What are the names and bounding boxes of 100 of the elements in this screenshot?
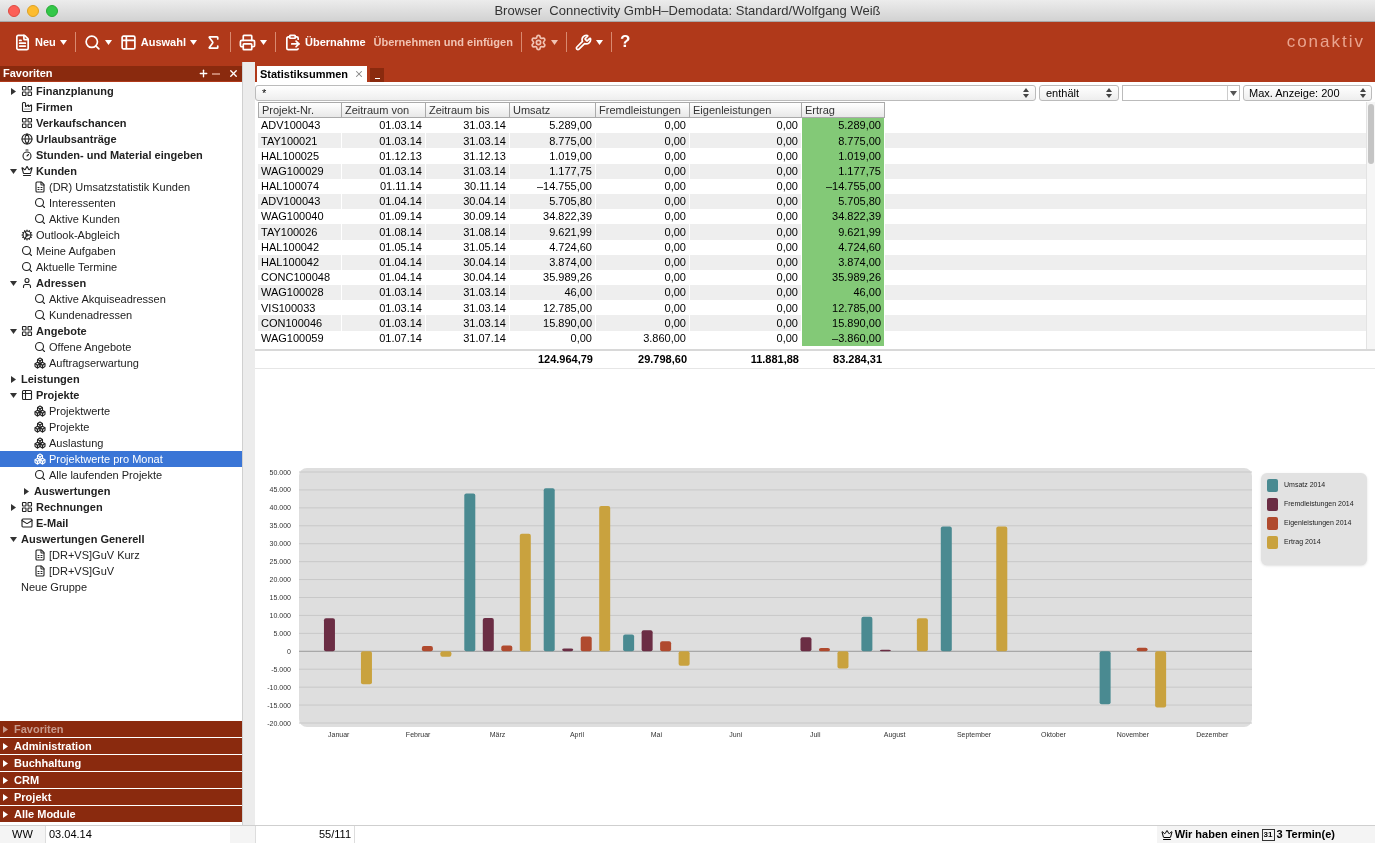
table-cell: HAL100042	[258, 254, 342, 270]
table-cell: 12.785,00	[802, 300, 885, 316]
tree-item[interactable]: (DR) Umsatzstatistik Kunden	[0, 179, 242, 195]
module-button[interactable]: CRM	[0, 772, 242, 788]
tree-item[interactable]: Aktive Akquiseadressen	[0, 291, 242, 307]
column-header[interactable]: Projekt-Nr.	[258, 102, 342, 118]
tree-item[interactable]: Kunden	[0, 163, 242, 179]
column-header[interactable]: Zeitraum von	[342, 102, 426, 118]
printer-icon	[239, 33, 256, 51]
toolbar-button[interactable]: ?	[615, 28, 635, 56]
date-field: 03.04.14	[45, 826, 230, 843]
search-icon	[21, 245, 33, 257]
table-cell: –14.755,00	[510, 178, 596, 194]
table-cell: 01.05.14	[342, 239, 426, 255]
tree-item[interactable]: Projekte	[0, 387, 242, 403]
appointments-link[interactable]: 3 Termin(e)	[1276, 826, 1335, 843]
tree-item[interactable]: Projektwerte	[0, 403, 242, 419]
tree-item[interactable]: Aktive Kunden	[0, 211, 242, 227]
table-cell: 15.890,00	[802, 315, 885, 331]
operator-select[interactable]: enthält	[1039, 85, 1119, 101]
tree-item[interactable]: Auftragserwartung	[0, 355, 242, 371]
tree-item[interactable]: Kundenadressen	[0, 307, 242, 323]
tree-item[interactable]: Projekte	[0, 419, 242, 435]
table-cell: 5.289,00	[802, 118, 885, 134]
tree-item[interactable]: Adressen	[0, 275, 242, 291]
tree-item[interactable]: Offene Angebote	[0, 339, 242, 355]
expanded-triangle-icon[interactable]	[10, 327, 17, 335]
collapsed-triangle-icon[interactable]	[10, 375, 17, 383]
vertical-scrollbar[interactable]	[1366, 102, 1375, 349]
tree-item[interactable]: Neue Gruppe	[0, 579, 242, 595]
tree-item[interactable]: Auslastung	[0, 435, 242, 451]
remove-icon[interactable]	[212, 72, 220, 75]
table-cell: 15.890,00	[510, 315, 596, 331]
toolbar-button[interactable]: Auswahl	[115, 28, 201, 56]
calendar-icon[interactable]: 31	[1261, 828, 1275, 841]
expanded-triangle-icon[interactable]	[10, 167, 17, 175]
toolbar-button[interactable]: Übernahme	[280, 28, 370, 56]
caret-icon	[595, 39, 603, 45]
column-header[interactable]: Zeitraum bis	[426, 102, 510, 118]
table-cell: 4.724,60	[510, 239, 596, 255]
close-icon[interactable]	[228, 68, 239, 79]
tree-item[interactable]: Leistungen	[0, 371, 242, 387]
tree-item[interactable]: Stunden- und Material eingeben	[0, 147, 242, 163]
column-header[interactable]: Eigenleistungen	[690, 102, 802, 118]
max-display-select[interactable]: Max. Anzeige: 200	[1243, 85, 1372, 101]
tree-item[interactable]: [DR+VS]GuV	[0, 563, 242, 579]
expanded-triangle-icon[interactable]	[10, 279, 17, 287]
add-icon[interactable]	[198, 68, 209, 79]
table-cell: 0,00	[596, 148, 690, 164]
table-cell: 01.11.14	[342, 178, 426, 194]
search-icon	[34, 293, 46, 305]
column-header[interactable]: Ertrag	[802, 102, 885, 118]
module-button[interactable]: Projekt	[0, 789, 242, 805]
minimize-tab-icon[interactable]	[370, 68, 385, 82]
tree-item[interactable]: Angebote	[0, 323, 242, 339]
table-cell: HAL100074	[258, 178, 342, 194]
column-header[interactable]: Umsatz	[510, 102, 596, 118]
tree-item[interactable]: Alle laufenden Projekte	[0, 467, 242, 483]
collapsed-triangle-icon[interactable]	[10, 87, 17, 95]
grid-icon	[21, 117, 33, 129]
tree-item[interactable]: Urlaubsanträge	[0, 131, 242, 147]
tree-item[interactable]: Auswertungen Generell	[0, 531, 242, 547]
settings-icon	[529, 33, 547, 51]
tree-item[interactable]: Interessenten	[0, 195, 242, 211]
tree-item[interactable]: Auswertungen	[0, 483, 242, 499]
person-icon	[21, 277, 33, 289]
tab[interactable]: Statistiksummen	[257, 66, 368, 82]
table-cell: 31.08.14	[426, 224, 510, 240]
tree-item[interactable]: Rechnungen	[0, 499, 242, 515]
collapsed-triangle-icon	[3, 793, 8, 801]
column-header[interactable]: Fremdleistungen	[596, 102, 690, 118]
value-combo-field[interactable]	[1122, 85, 1240, 101]
tree-item[interactable]: [DR+VS]GuV Kurz	[0, 547, 242, 563]
search-icon	[34, 309, 46, 321]
tree-item[interactable]: Finanzplanung	[0, 83, 242, 99]
table-cell: 9.621,99	[510, 224, 596, 240]
close-window-icon[interactable]	[8, 4, 20, 17]
crown-icon	[1160, 828, 1173, 841]
module-button[interactable]: Administration	[0, 738, 242, 754]
stopwatch-icon	[21, 149, 33, 161]
module-button[interactable]: Favoriten	[0, 721, 242, 737]
tree-item[interactable]: Verkaufschancen	[0, 115, 242, 131]
report-icon	[34, 565, 46, 577]
tree-item[interactable]: Outlook-Abgleich	[0, 227, 242, 243]
tree-item[interactable]: Firmen	[0, 99, 242, 115]
module-button[interactable]: Alle Module	[0, 806, 242, 822]
expanded-triangle-icon[interactable]	[10, 535, 17, 543]
close-tab-icon[interactable]	[354, 69, 365, 79]
filter-combo-field[interactable]: *	[255, 85, 1036, 101]
tree-item[interactable]: Projektwerte pro Monat	[0, 451, 242, 467]
table-cell: 01.08.14	[342, 224, 426, 240]
tree-item[interactable]: Meine Aufgaben	[0, 243, 242, 259]
expanded-triangle-icon[interactable]	[10, 391, 17, 399]
toolbar-button[interactable]: Neu	[10, 28, 71, 56]
table-cell: 1.177,75	[510, 163, 596, 179]
tree-item[interactable]: Aktuelle Termine	[0, 259, 242, 275]
collapsed-triangle-icon	[3, 725, 8, 733]
module-button[interactable]: Buchhaltung	[0, 755, 242, 771]
tree-item[interactable]: E-Mail	[0, 515, 242, 531]
globe-icon	[21, 133, 33, 145]
